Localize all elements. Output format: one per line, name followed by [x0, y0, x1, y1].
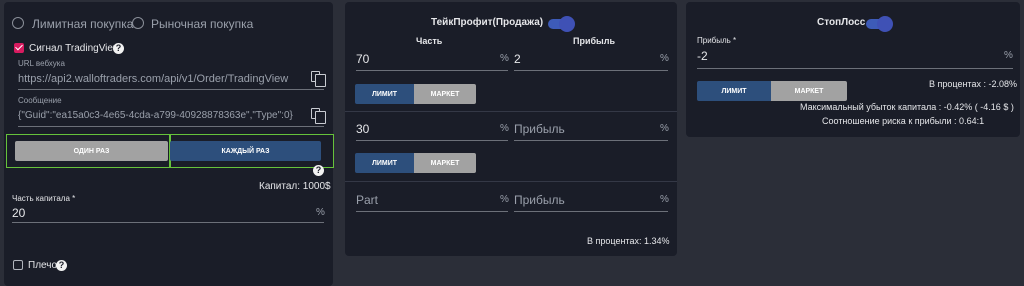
sl-order-type-toggle[interactable]: ЛИМИТ МАРКЕТ [697, 81, 847, 101]
tp-part-input[interactable]: 70 [356, 52, 369, 66]
take-profit-panel: ТейкПрофит(Продажа) Часть Прибыль 70 % 2… [345, 2, 677, 256]
tp-part-unit: % [500, 194, 509, 205]
limit-buy-radio[interactable] [12, 17, 24, 29]
risk-ratio-text: Соотношение риска к прибыли : 0.64:1 [822, 116, 985, 126]
market-buy-radio[interactable] [132, 17, 144, 29]
sl-profit-unit: % [1004, 50, 1013, 61]
max-loss-text: Максимальный убыток капитала : -0.42% ( … [800, 102, 1014, 112]
tp-profit-unit: % [660, 123, 669, 134]
tp-profit-unit: % [660, 53, 669, 64]
tp-order-type-toggle[interactable]: ЛИМИТ МАРКЕТ [355, 84, 476, 104]
tradingview-signal-checkbox[interactable] [14, 43, 24, 53]
capital-part-label: Часть капитала * [12, 194, 76, 203]
stop-loss-toggle[interactable] [866, 16, 893, 32]
capital-part-input[interactable]: 20 [12, 206, 25, 220]
once-button[interactable]: ОДИН РАЗ [15, 141, 168, 161]
market-option[interactable]: МАРКЕТ [771, 81, 847, 101]
market-buy-label[interactable]: Рыночная покупка [151, 17, 253, 31]
market-option[interactable]: МАРКЕТ [414, 153, 476, 173]
stop-loss-title: СтопЛосс [817, 17, 866, 28]
tp-part-unit: % [500, 123, 509, 134]
tp-percent-text: В процентах: 1.34% [587, 236, 670, 246]
copy-message-icon[interactable] [311, 108, 326, 124]
tp-part-underline [356, 211, 508, 212]
limit-option[interactable]: ЛИМИТ [355, 153, 414, 173]
leverage-checkbox[interactable] [13, 260, 23, 270]
tp-part-input[interactable]: 30 [356, 122, 369, 136]
tp-profit-underline [514, 211, 668, 212]
take-profit-toggle[interactable] [548, 16, 575, 32]
sl-profit-input[interactable]: -2 [697, 49, 708, 63]
tp-profit-input[interactable]: Прибыль [514, 193, 565, 207]
help-icon[interactable]: ? [56, 260, 67, 271]
sl-percent-text: В процентах : -2.08% [929, 79, 1017, 89]
row-divider [345, 181, 677, 182]
tp-profit-input[interactable]: 2 [514, 52, 521, 66]
copy-url-icon[interactable] [311, 71, 326, 87]
tp-profit-input[interactable]: Прибыль [514, 122, 565, 136]
tp-part-underline [356, 140, 508, 141]
each-time-button[interactable]: КАЖДЫЙ РАЗ [170, 141, 321, 161]
help-icon[interactable]: ? [313, 165, 324, 176]
tradingview-signal-label: Сигнал TradingView [29, 43, 121, 54]
tp-order-type-toggle[interactable]: ЛИМИТ МАРКЕТ [355, 153, 476, 173]
message-field[interactable]: {"Guid":"ea15a0c3-4e65-4cda-a799-4092887… [18, 110, 293, 121]
sl-profit-label: Прибыль * [697, 36, 737, 45]
limit-buy-label[interactable]: Лимитная покупка [32, 17, 133, 31]
tp-profit-unit: % [660, 194, 669, 205]
row-divider [345, 111, 677, 112]
sl-profit-underline [697, 68, 1013, 69]
capital-part-unit: % [316, 207, 325, 218]
tp-part-input[interactable]: Part [356, 193, 378, 207]
take-profit-title: ТейкПрофит(Продажа) [431, 17, 544, 28]
webhook-url-underline [18, 89, 324, 90]
stop-loss-panel: СтопЛосс Прибыль * -2 % В процентах : -2… [686, 2, 1020, 137]
capital-part-underline [12, 222, 324, 223]
market-option[interactable]: МАРКЕТ [414, 84, 476, 104]
capital-text: Капитал: 1000$ [259, 181, 331, 192]
message-label: Сообщение [18, 96, 62, 105]
limit-option[interactable]: ЛИМИТ [697, 81, 771, 101]
webhook-url-field[interactable]: https://api2.walloftraders.com/api/v1/Or… [18, 73, 288, 85]
help-icon[interactable]: ? [113, 43, 124, 54]
tp-profit-underline [514, 70, 668, 71]
tp-profit-underline [514, 140, 668, 141]
webhook-url-label: URL вебхука [18, 59, 65, 68]
order-settings-panel: Лимитная покупка Рыночная покупка Сигнал… [4, 2, 334, 286]
part-column-header: Часть [416, 36, 443, 46]
message-underline [18, 126, 324, 127]
limit-option[interactable]: ЛИМИТ [355, 84, 414, 104]
leverage-label: Плечо [28, 260, 58, 271]
tp-part-unit: % [500, 53, 509, 64]
profit-column-header: Прибыль [573, 36, 615, 46]
tp-part-underline [356, 70, 508, 71]
